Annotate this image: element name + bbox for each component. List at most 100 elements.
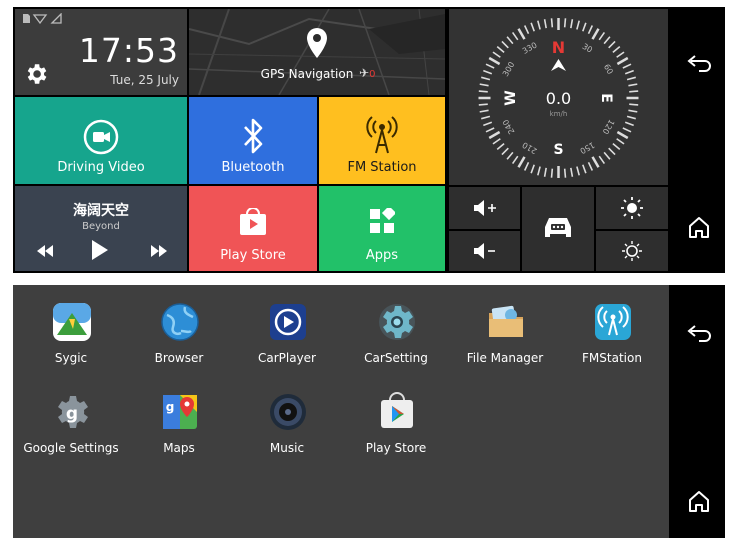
- app-label: Maps: [163, 441, 195, 455]
- video-camera-icon: [83, 119, 119, 155]
- app-fmstation[interactable]: FMStation: [557, 301, 667, 381]
- compass-tick: [550, 18, 554, 28]
- compass-tick: [616, 130, 629, 140]
- compass-tick: [598, 155, 606, 164]
- compass-tick: [608, 147, 616, 156]
- play-icon[interactable]: [91, 240, 109, 260]
- previous-track-icon[interactable]: [37, 245, 53, 257]
- home-screen: 17:53 Tue, 25 July GPS Navigation ✈0 N S…: [13, 7, 725, 273]
- volume-up-button[interactable]: [449, 187, 520, 229]
- compass-tick: [628, 109, 638, 113]
- compass-degree-label: 240: [501, 118, 516, 136]
- compass-tick: [543, 19, 547, 29]
- compass-east: E: [598, 93, 614, 103]
- compass-tick: [517, 156, 526, 168]
- app-maps[interactable]: g Maps: [124, 391, 234, 471]
- compass-tick: [501, 147, 509, 156]
- compass-tick: [530, 164, 535, 174]
- compass-tick: [537, 166, 541, 176]
- brightness-up-button[interactable]: [596, 187, 668, 229]
- compass-north: N: [552, 38, 565, 57]
- app-browser[interactable]: Browser: [124, 301, 234, 381]
- north-arrow-icon: [551, 59, 566, 71]
- gps-label: GPS Navigation: [260, 67, 354, 81]
- compass-tick: [616, 56, 629, 66]
- sygic-icon: [53, 303, 91, 341]
- brightness-low-icon: [622, 241, 642, 261]
- compass-tick: [582, 164, 587, 174]
- compass-tick: [488, 130, 501, 140]
- apps-tile[interactable]: Apps: [319, 186, 445, 271]
- app-label: CarSetting: [364, 351, 428, 365]
- compass-tick: [576, 20, 580, 30]
- compass-degree-label: 120: [601, 118, 616, 136]
- play-store-label: Play Store: [220, 248, 286, 263]
- play-store-icon: [240, 208, 266, 235]
- song-title: 海阔天空: [73, 203, 129, 219]
- gps-navigation-tile[interactable]: GPS Navigation ✈0: [189, 9, 445, 95]
- app-label: FMStation: [582, 351, 642, 365]
- back-icon[interactable]: [679, 47, 719, 83]
- app-play-store[interactable]: Play Store: [341, 391, 451, 471]
- brightness-high-icon: [621, 197, 643, 219]
- radio-icon: [595, 304, 631, 340]
- radio-tower-icon: [366, 116, 398, 154]
- compass-tick: [481, 76, 491, 81]
- compass-tick: [485, 63, 495, 69]
- compass-tick: [492, 138, 501, 145]
- music-player-tile[interactable]: 海阔天空 Beyond: [15, 186, 187, 271]
- compass-tick: [570, 19, 574, 29]
- home-icon[interactable]: [679, 483, 719, 519]
- car-mode-button[interactable]: [522, 187, 594, 271]
- volume-down-icon: [473, 243, 495, 259]
- compass-tick: [550, 168, 554, 178]
- play-store-tile[interactable]: Play Store: [189, 186, 317, 271]
- compass-dial: N S E W 0.0 km/h 30 60 120 150 210 240 300 330: [478, 18, 639, 178]
- bluetooth-label: Bluetooth: [221, 160, 285, 175]
- app-carsetting[interactable]: CarSetting: [341, 301, 451, 381]
- app-sygic[interactable]: Sygic: [16, 301, 126, 381]
- compass-tick: [622, 63, 632, 69]
- compass-tick: [591, 156, 600, 168]
- satellite-count: 0: [369, 69, 376, 80]
- compass-tick: [603, 151, 611, 160]
- compass-degree-label: 330: [521, 40, 539, 55]
- back-icon[interactable]: [679, 317, 719, 353]
- app-music[interactable]: Music: [232, 391, 342, 471]
- compass-tick: [582, 22, 587, 32]
- fm-station-tile[interactable]: FM Station: [319, 97, 445, 184]
- bluetooth-tile[interactable]: Bluetooth: [189, 97, 317, 184]
- brightness-down-button[interactable]: [596, 231, 668, 271]
- compass-tick: [478, 90, 488, 93]
- play-store-icon: [381, 392, 413, 428]
- compass-tick: [537, 20, 541, 30]
- globe-icon: [161, 303, 199, 341]
- compass-degree-label: 150: [578, 140, 596, 155]
- volume-up-icon: [473, 200, 496, 216]
- clock-tile[interactable]: 17:53 Tue, 25 July: [15, 9, 187, 95]
- compass-tick: [506, 36, 514, 45]
- home-icon[interactable]: [679, 209, 719, 245]
- status-bar: [22, 12, 70, 27]
- compass-degree-label: 300: [501, 60, 516, 78]
- speed-unit: km/h: [550, 110, 568, 118]
- settings-gear-icon[interactable]: [23, 61, 49, 87]
- compass-tick: [501, 40, 509, 49]
- compass-tick: [626, 76, 636, 81]
- compass-tick: [485, 127, 495, 133]
- compass-tick: [570, 167, 574, 177]
- app-carplayer[interactable]: CarPlayer: [232, 301, 342, 381]
- app-google-settings[interactable]: g Google Settings: [16, 391, 126, 471]
- compass-degree-label: 60: [602, 63, 615, 76]
- apps-label: Apps: [365, 248, 399, 263]
- volume-down-button[interactable]: [449, 231, 520, 271]
- app-label: Sygic: [54, 351, 88, 365]
- next-track-icon[interactable]: [151, 245, 167, 257]
- compass-south: S: [553, 142, 563, 158]
- driving-video-tile[interactable]: Driving Video: [15, 97, 187, 184]
- app-file-manager[interactable]: File Manager: [450, 301, 560, 381]
- wifi-icon: [32, 14, 48, 25]
- svg-text:g: g: [66, 404, 78, 424]
- location-pin-icon: [307, 28, 327, 58]
- apps-grid-icon: [370, 208, 395, 233]
